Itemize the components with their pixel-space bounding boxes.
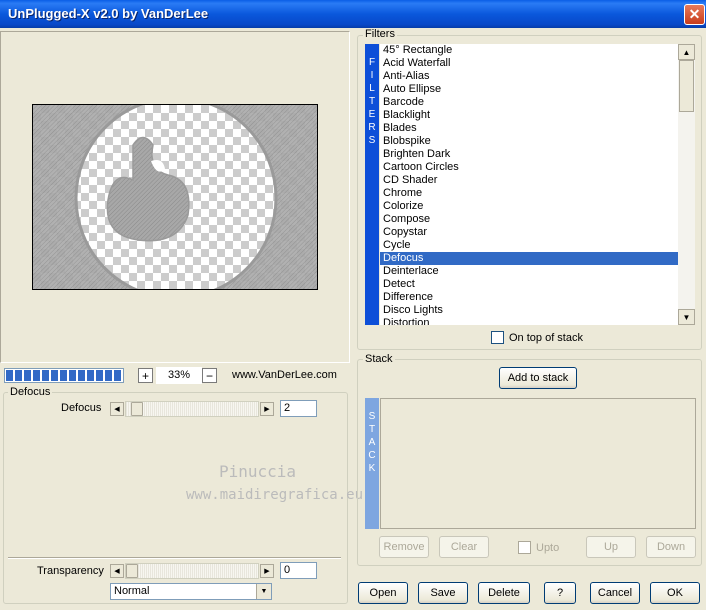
defocus-slider[interactable] xyxy=(125,401,259,417)
filter-list[interactable]: 45° Rectangle Acid Waterfall Anti-Alias … xyxy=(380,44,678,325)
defocus-slider-thumb[interactable] xyxy=(131,402,143,416)
up-button[interactable]: Up xyxy=(586,536,636,558)
filter-item[interactable]: Compose xyxy=(380,213,678,226)
close-icon: ✕ xyxy=(688,6,701,22)
website-link[interactable]: www.VanDerLee.com xyxy=(232,369,337,381)
add-to-stack-button[interactable]: Add to stack xyxy=(499,367,577,389)
filter-item[interactable]: Blades xyxy=(380,122,678,135)
clear-button[interactable]: Clear xyxy=(439,536,489,558)
defocus-param-label: Defocus xyxy=(61,402,102,414)
scroll-down-icon[interactable]: ▼ xyxy=(678,309,695,325)
filter-item[interactable]: Deinterlace xyxy=(380,265,678,278)
filter-item[interactable]: Acid Waterfall xyxy=(380,57,678,70)
filter-item[interactable]: Cartoon Circles xyxy=(380,161,678,174)
filter-item[interactable]: Auto Ellipse xyxy=(380,83,678,96)
filter-item[interactable]: Distortion xyxy=(380,317,678,325)
on-top-label: On top of stack xyxy=(509,332,583,344)
down-button[interactable]: Down xyxy=(646,536,696,558)
filter-item[interactable]: Disco Lights xyxy=(380,304,678,317)
scroll-thumb[interactable] xyxy=(679,60,694,112)
defocus-left-arrow[interactable]: ◀ xyxy=(110,402,124,416)
filter-item[interactable]: Cycle xyxy=(380,239,678,252)
defocus-value-field[interactable]: 2 xyxy=(280,400,317,417)
close-button[interactable]: ✕ xyxy=(684,4,705,25)
save-button[interactable]: Save xyxy=(418,582,468,604)
preview-graphic xyxy=(33,105,317,289)
cancel-button[interactable]: Cancel xyxy=(590,582,640,604)
defocus-group-label: Defocus xyxy=(8,386,53,398)
defocus-right-arrow[interactable]: ▶ xyxy=(260,402,274,416)
watermark-line2: www.maidiregrafica.eu xyxy=(186,487,364,503)
filter-item[interactable]: Brighten Dark xyxy=(380,148,678,161)
chevron-down-icon: ▼ xyxy=(256,584,271,599)
filters-side-label: FILTERS xyxy=(365,44,379,325)
transparency-left-arrow[interactable]: ◀ xyxy=(110,564,124,578)
delete-button[interactable]: Delete xyxy=(478,582,530,604)
watermark-line1: Pinuccia xyxy=(219,462,297,481)
preview-image[interactable] xyxy=(32,104,318,290)
filter-item[interactable]: Blacklight xyxy=(380,109,678,122)
transparency-slider-thumb[interactable] xyxy=(126,564,138,578)
filter-item-selected[interactable]: Defocus xyxy=(380,252,678,265)
filter-item[interactable]: Barcode xyxy=(380,96,678,109)
filter-item[interactable]: CD Shader xyxy=(380,174,678,187)
transparency-slider[interactable] xyxy=(125,563,259,579)
filter-item[interactable]: Anti-Alias xyxy=(380,70,678,83)
zoom-in-button[interactable]: + xyxy=(138,368,153,383)
stack-side-label: STACK xyxy=(365,398,379,529)
filter-item[interactable]: Copystar xyxy=(380,226,678,239)
filter-item[interactable]: 45° Rectangle xyxy=(380,44,678,57)
transparency-right-arrow[interactable]: ▶ xyxy=(260,564,274,578)
filter-item[interactable]: Detect xyxy=(380,278,678,291)
remove-button[interactable]: Remove xyxy=(379,536,429,558)
zoom-meter xyxy=(4,368,124,383)
filters-group-label: Filters xyxy=(363,28,397,40)
filter-item[interactable]: Blobspike xyxy=(380,135,678,148)
filter-item[interactable]: Colorize xyxy=(380,200,678,213)
title-bar: UnPlugged-X v2.0 by VanDerLee ✕ xyxy=(0,0,706,28)
filter-item[interactable]: Chrome xyxy=(380,187,678,200)
window-title: UnPlugged-X v2.0 by VanDerLee xyxy=(8,6,209,21)
ok-button[interactable]: OK xyxy=(650,582,700,604)
stack-group-label: Stack xyxy=(363,353,395,365)
scroll-up-icon[interactable]: ▲ xyxy=(678,44,695,60)
upto-label: Upto xyxy=(536,542,560,554)
stack-list[interactable] xyxy=(380,398,696,529)
on-top-checkbox[interactable] xyxy=(491,331,504,344)
blend-mode-select[interactable]: Normal ▼ xyxy=(110,583,272,600)
zoom-value: 33% xyxy=(156,367,202,384)
zoom-out-button[interactable]: − xyxy=(202,368,217,383)
open-button[interactable]: Open xyxy=(358,582,408,604)
transparency-value-field[interactable]: 0 xyxy=(280,562,317,579)
upto-checkbox[interactable] xyxy=(518,541,531,554)
filter-item[interactable]: Difference xyxy=(380,291,678,304)
blend-mode-value: Normal xyxy=(114,585,150,597)
transparency-label: Transparency xyxy=(37,565,104,577)
divider xyxy=(8,557,341,559)
help-button[interactable]: ? xyxy=(544,582,576,604)
